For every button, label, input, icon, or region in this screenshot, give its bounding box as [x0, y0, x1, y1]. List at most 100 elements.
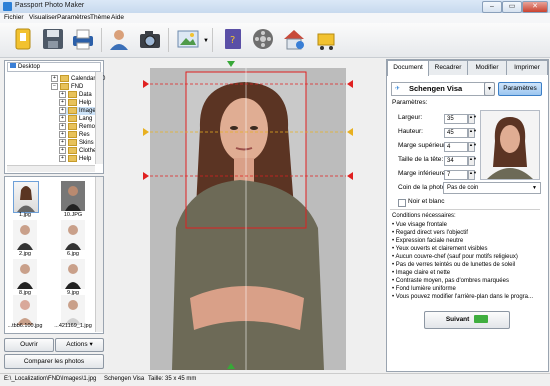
bottom-margin-stepper[interactable]: ▲▼ [468, 170, 477, 180]
top-margin-stepper[interactable]: ▲▼ [468, 142, 477, 152]
menu-visualiser[interactable]: Visualiser [29, 14, 57, 21]
actions-button[interactable]: Actions ▾ [55, 338, 104, 352]
home-icon [284, 30, 304, 50]
drive-select[interactable]: Desktop [7, 62, 101, 72]
corner-label: Coin de la photo: [398, 184, 448, 191]
thumbnail-label: 6.jpg [67, 251, 79, 257]
top-margin-label: Marge supérieure [398, 142, 449, 149]
tab-imprimer[interactable]: Imprimer [506, 60, 548, 75]
menu-bar: Fichier Visualiser Paramètres Thème Aide [0, 13, 550, 23]
close-button[interactable]: ✕ [522, 1, 548, 13]
left-red-guide-arrow-icon[interactable] [143, 172, 149, 180]
thumbnail-image[interactable] [13, 295, 37, 325]
width-input[interactable]: 35 [444, 114, 468, 124]
tree-item[interactable]: + Res [59, 131, 90, 139]
condition-item: • Fond lumière uniforme [392, 286, 456, 292]
tree-horizontal-scrollbar[interactable] [7, 165, 95, 172]
corner-select[interactable]: Pas de coin ▼ [443, 182, 541, 194]
tree-item[interactable]: + Lang [59, 115, 92, 123]
wizard-icon [15, 28, 31, 50]
condition-item: • Contraste moyen, pas d'ombres marquées [392, 278, 509, 284]
tree-item[interactable]: + Clothes [59, 147, 99, 155]
desktop-icon [10, 63, 16, 68]
thumbnail-image[interactable] [13, 259, 37, 289]
save-button[interactable] [40, 26, 66, 52]
cart-button[interactable] [313, 26, 339, 52]
document-type-select[interactable]: ✈ Schengen Visa [391, 82, 494, 96]
left-red-guide-arrow-icon[interactable] [143, 80, 149, 88]
tree-item[interactable]: + Data [59, 91, 92, 99]
wizard-button[interactable] [10, 26, 36, 52]
tab-modifier[interactable]: Modifier [467, 60, 507, 75]
thumbnail-list[interactable]: 1.jpg 10.JPG 2.jpg 6.jpg 8.jpg 9.jpg ...… [4, 176, 104, 334]
thumbnail-label: ...tbb6.100.jpg [7, 323, 43, 329]
condition-item: • Pas de verres teintés ou de lunettes d… [392, 262, 516, 268]
menu-fichier[interactable]: Fichier [4, 14, 24, 21]
menu-parametres[interactable]: Paramètres [57, 14, 91, 21]
camera-button[interactable] [137, 26, 163, 52]
compare-photos-button[interactable]: Comparer les photos [4, 354, 104, 369]
open-button[interactable]: Ouvrir [4, 338, 54, 352]
camera-icon [140, 31, 160, 48]
cart-icon [317, 33, 335, 50]
right-red-guide-arrow-icon[interactable] [347, 80, 353, 88]
menu-aide[interactable]: Aide [111, 14, 124, 21]
user-button[interactable] [106, 26, 132, 52]
photo-canvas[interactable] [150, 68, 346, 370]
bottom-margin-input[interactable]: 7 [444, 170, 468, 180]
document-type-dropdown-button[interactable]: ▼ [484, 82, 495, 96]
thumbnail-image[interactable] [61, 295, 85, 325]
tree-item[interactable]: + Skins [59, 139, 94, 147]
tree-item[interactable]: + Help [59, 99, 91, 107]
help-book-button[interactable]: ? [220, 26, 246, 52]
condition-item: • Aucun couvre-chef (sauf pour motifs re… [392, 254, 518, 260]
tab-recadrer[interactable]: Recadrer [428, 60, 468, 75]
right-yellow-guide-arrow-icon[interactable] [347, 128, 353, 136]
tree-item[interactable]: + Remote [59, 123, 100, 131]
parametres-button[interactable]: Paramètres [498, 82, 542, 96]
thumbnail-label: 2.jpg [19, 251, 31, 257]
right-red-guide-arrow-icon[interactable] [347, 172, 353, 180]
tree-item-selected[interactable]: + Images [59, 107, 99, 115]
thumbnail-image[interactable] [13, 220, 37, 250]
status-size: Taille: 35 x 45 mm [148, 376, 197, 382]
top-guide-arrow-icon[interactable] [227, 61, 235, 67]
head-size-input[interactable]: 34 [444, 156, 468, 166]
left-yellow-guide-arrow-icon[interactable] [143, 128, 149, 136]
black-white-checkbox[interactable] [398, 199, 406, 207]
maximize-button[interactable]: ▭ [502, 1, 522, 13]
thumbnail-label: 1.jpg [19, 212, 31, 218]
menu-theme[interactable]: Thème [90, 14, 110, 21]
thumbnail-image[interactable] [61, 220, 85, 250]
head-size-stepper[interactable]: ▲▼ [468, 156, 477, 166]
preview-photo [480, 110, 540, 180]
tab-document[interactable]: Document [387, 60, 429, 76]
minimize-button[interactable]: – [482, 1, 502, 13]
folder-tree[interactable]: Desktop + Calendar 7.0 − FND + Data + Help +… [4, 60, 105, 174]
bottom-guide-arrow-icon[interactable] [227, 363, 235, 369]
drive-select-value: Desktop [18, 64, 41, 70]
condition-item: • Yeux ouverts et clairement visibles [392, 246, 488, 252]
svg-text:?: ? [230, 35, 235, 46]
thumbnail-label: 10.JPG [63, 212, 83, 218]
tree-item[interactable]: − FND [51, 83, 83, 91]
width-stepper[interactable]: ▲▼ [468, 114, 477, 124]
image-button[interactable] [175, 26, 201, 52]
thumbnail-scrollbar[interactable] [95, 177, 103, 332]
image-dropdown-arrow-icon[interactable]: ▼ [203, 38, 209, 44]
next-button[interactable]: Suivant [424, 311, 510, 329]
thumbnail-image[interactable] [13, 181, 39, 213]
thumbnail-image[interactable] [61, 181, 85, 211]
home-button[interactable] [281, 26, 307, 52]
height-input[interactable]: 45 [444, 128, 468, 138]
thumbnail-image[interactable] [61, 259, 85, 289]
params-title: Paramètres: [392, 99, 428, 106]
tree-vertical-scrollbar[interactable] [95, 72, 103, 164]
tree-item[interactable]: + Help [59, 155, 91, 163]
conditions-title: Conditions nécessaires: [392, 213, 456, 219]
portrait-photo [150, 68, 346, 370]
top-margin-input[interactable]: 4 [444, 142, 468, 152]
film-button[interactable] [250, 26, 276, 52]
print-button[interactable] [70, 26, 96, 52]
height-stepper[interactable]: ▲▼ [468, 128, 477, 138]
